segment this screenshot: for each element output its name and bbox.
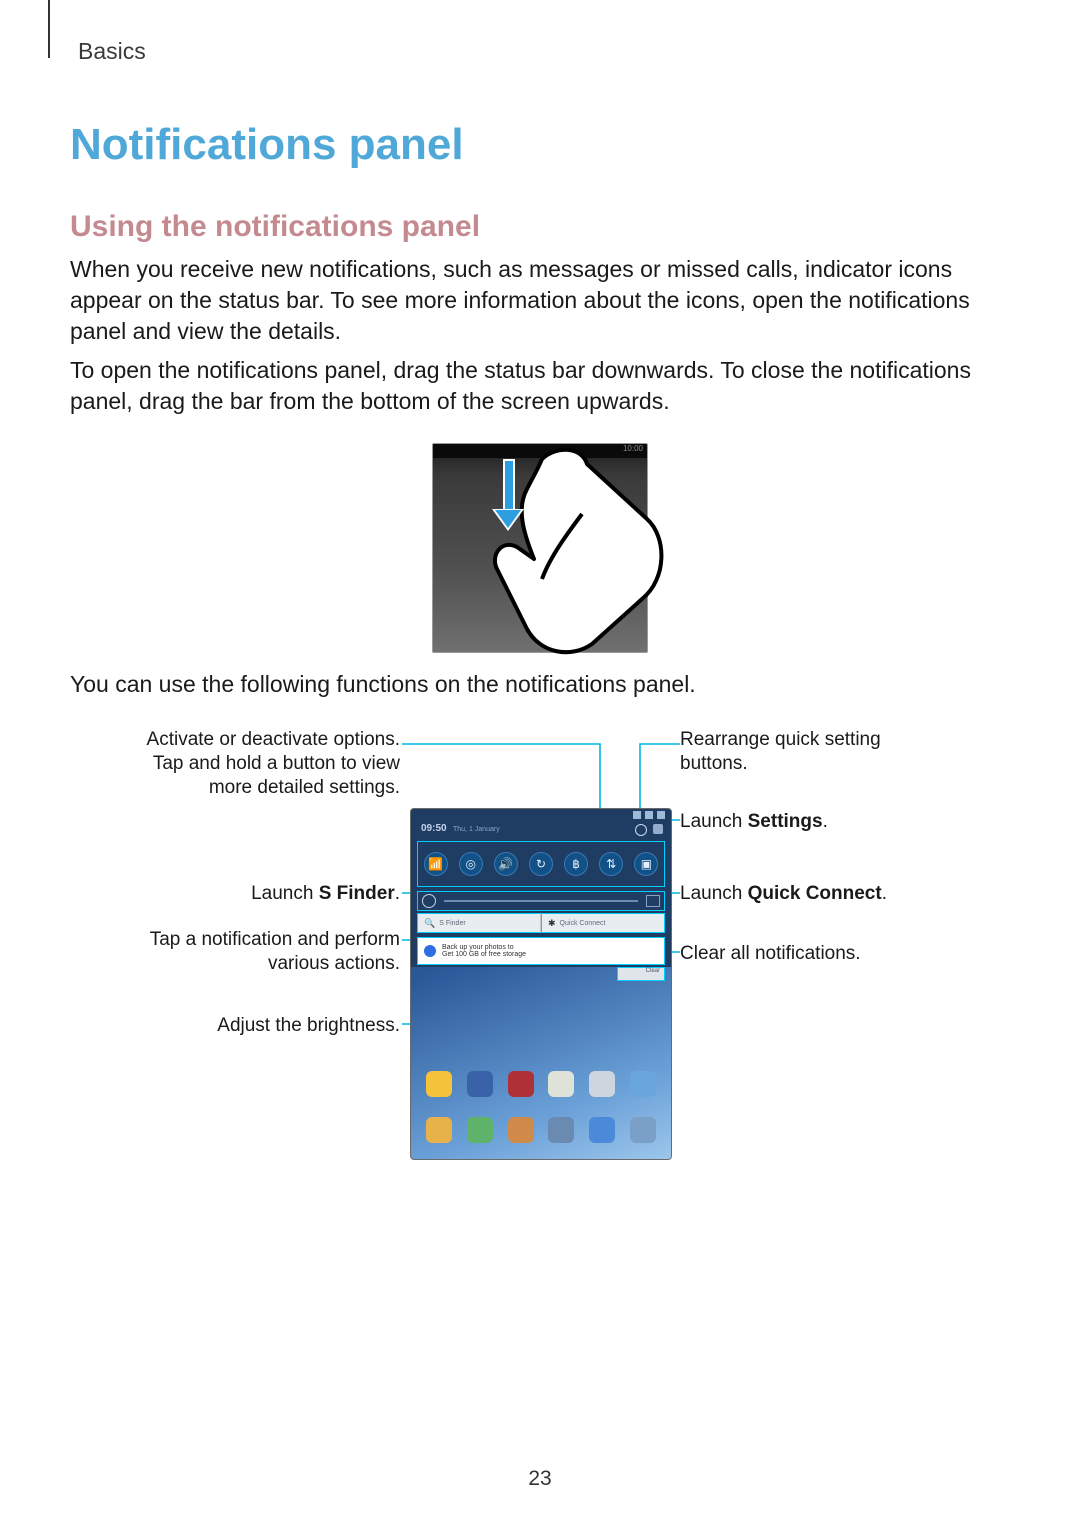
mobile-data-icon: ⇅ xyxy=(599,852,623,876)
search-icon: 🔍 xyxy=(424,918,435,929)
quick-settings-row: 📶 ◎ 🔊 ↻ ฿ ⇅ ▣ xyxy=(417,841,665,887)
callout-quick-toggles: Activate or deactivate options. Tap and … xyxy=(147,728,400,799)
app-icon xyxy=(630,1117,656,1143)
clear-notifications-button: Clear xyxy=(617,967,665,981)
page-number: 23 xyxy=(0,1467,1080,1491)
app-icon xyxy=(426,1071,452,1097)
app-icon xyxy=(508,1117,534,1143)
quickconnect-icon: ✱ xyxy=(548,918,556,929)
callout-brightness: Adjust the brightness. xyxy=(217,1014,400,1038)
notification-app-icon xyxy=(424,945,436,957)
quickconnect-label: Quick Connect xyxy=(560,920,606,927)
rotate-icon: ↻ xyxy=(529,852,553,876)
bluetooth-icon: ฿ xyxy=(564,852,588,876)
paragraph-2: To open the notifications panel, drag th… xyxy=(70,355,1010,417)
app-icon xyxy=(467,1117,493,1143)
grid-rearrange-icon xyxy=(653,824,663,834)
callout-sfinder: Launch S Finder. xyxy=(251,882,400,906)
app-icon xyxy=(426,1117,452,1143)
notifications-sheet: 09:50 Thu, 1 January 📶 ◎ 🔊 ↻ ฿ ⇅ ▣ xyxy=(411,809,671,967)
callout-clear: Clear all notifications. xyxy=(680,942,861,966)
app-icon xyxy=(589,1117,615,1143)
panel-date: Thu, 1 January xyxy=(453,826,500,833)
breadcrumb: Basics xyxy=(78,38,146,65)
phone-mockup: 09:50 Thu, 1 January 📶 ◎ 🔊 ↻ ฿ ⇅ ▣ xyxy=(410,808,672,1160)
document-page: Basics Notifications panel Using the not… xyxy=(0,0,1080,1527)
panel-time: 09:50 xyxy=(421,823,447,834)
location-icon: ◎ xyxy=(459,852,483,876)
notification-card: Back up your photos to Get 100 GB of fre… xyxy=(417,937,665,965)
app-icon xyxy=(548,1117,574,1143)
app-row-1 xyxy=(419,1067,663,1101)
callout-notification: Tap a notification and perform various a… xyxy=(150,928,400,976)
brightness-icon xyxy=(422,894,436,908)
page-tab-mark xyxy=(48,0,50,58)
app-icon xyxy=(467,1071,493,1097)
power-saving-icon: ▣ xyxy=(634,852,658,876)
callout-rearrange: Rearrange quick setting buttons. xyxy=(680,728,881,776)
figure-annotated-panel: 09:50 Thu, 1 January 📶 ◎ 🔊 ↻ ฿ ⇅ ▣ xyxy=(80,728,1000,1168)
brightness-slider xyxy=(444,900,638,902)
figure-swipe-gesture: 10:00 xyxy=(432,443,648,653)
brightness-row xyxy=(417,891,665,911)
sfinder-label: S Finder xyxy=(439,920,465,927)
paragraph-1: When you receive new notifications, such… xyxy=(70,254,1010,347)
sound-icon: 🔊 xyxy=(494,852,518,876)
section-title: Using the notifications panel xyxy=(70,210,1010,244)
gear-icon xyxy=(635,824,647,836)
sfinder-quickconnect-row: 🔍 S Finder ✱ Quick Connect xyxy=(417,913,665,933)
notification-text: Back up your photos to Get 100 GB of fre… xyxy=(442,944,526,958)
callout-settings: Launch Settings. xyxy=(680,810,828,834)
app-icon xyxy=(508,1071,534,1097)
app-icon xyxy=(630,1071,656,1097)
sfinder-button: 🔍 S Finder xyxy=(417,913,541,933)
page-title: Notifications panel xyxy=(70,120,1010,170)
wifi-icon: 📶 xyxy=(424,852,448,876)
quickconnect-button: ✱ Quick Connect xyxy=(541,913,665,933)
callout-quickconnect: Launch Quick Connect. xyxy=(680,882,887,906)
app-icon xyxy=(548,1071,574,1097)
swipe-down-arrow-icon xyxy=(492,459,522,537)
paragraph-3: You can use the following functions on t… xyxy=(70,669,1010,700)
status-icons xyxy=(595,809,671,821)
app-row-2 xyxy=(419,1113,663,1147)
auto-brightness-toggle xyxy=(646,895,660,907)
app-icon xyxy=(589,1071,615,1097)
